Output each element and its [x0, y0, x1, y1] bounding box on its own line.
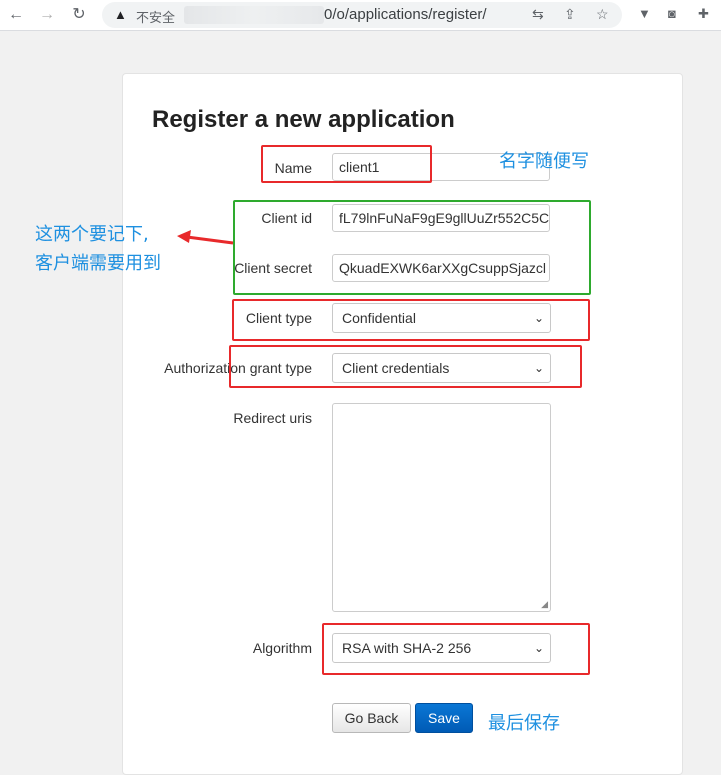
extension-mask-icon[interactable]: ◙: [668, 6, 676, 21]
algorithm-highlight-box: [322, 623, 590, 675]
grant-type-highlight-box: [229, 345, 582, 388]
keys-annotation-line2: 客户端需要用到: [35, 253, 161, 274]
redirect-uris-label: Redirect uris: [233, 410, 312, 426]
back-icon[interactable]: ←: [5, 4, 27, 26]
url-text[interactable]: 0/o/applications/register/: [324, 6, 487, 23]
keys-annotation-line1: 这两个要记下,: [35, 224, 149, 245]
forward-icon[interactable]: →: [36, 4, 58, 26]
save-annotation: 最后保存: [488, 713, 560, 734]
go-back-button[interactable]: Go Back: [332, 703, 411, 733]
url-redacted: [184, 6, 324, 24]
resize-handle-icon[interactable]: ◢: [541, 599, 548, 610]
warning-icon[interactable]: ▲: [114, 7, 127, 22]
extensions-puzzle-icon[interactable]: ✚: [698, 6, 709, 22]
save-button[interactable]: Save: [415, 703, 473, 733]
translate-icon[interactable]: ⇆: [532, 6, 544, 23]
star-icon[interactable]: ☆: [596, 6, 609, 23]
browser-toolbar: ← → ↻ ▲ 不安全 0/o/applications/register/ ⇆…: [0, 0, 721, 31]
client-type-highlight-box: [232, 299, 590, 341]
share-icon[interactable]: ⇪: [564, 6, 576, 23]
name-annotation: 名字随便写: [499, 151, 589, 172]
security-label[interactable]: 不安全: [136, 7, 175, 26]
address-bar[interactable]: ▲ 不安全 0/o/applications/register/ ⇆ ⇪ ☆: [102, 2, 622, 28]
redirect-uris-textarea[interactable]: ◢: [332, 403, 551, 612]
name-highlight-box: [261, 145, 432, 183]
credentials-highlight-box: [233, 200, 591, 295]
reload-icon[interactable]: ↻: [68, 4, 90, 26]
algorithm-label: Algorithm: [252, 640, 312, 656]
extension-vue-icon[interactable]: ▼: [638, 6, 651, 21]
arrow-left-icon: [177, 230, 234, 245]
page-title: Register a new application: [152, 106, 455, 133]
